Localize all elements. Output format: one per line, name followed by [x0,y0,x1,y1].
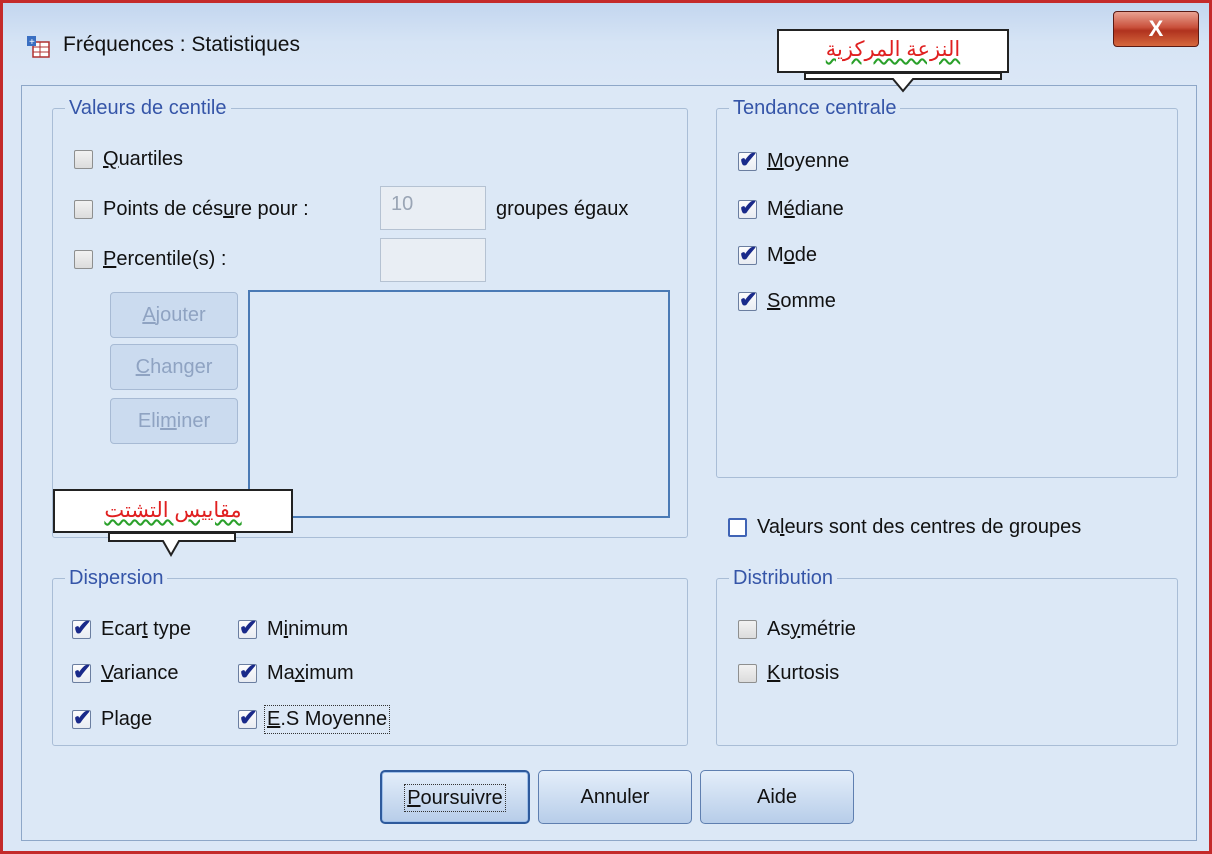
svg-text:+: + [29,37,35,48]
checkbox-box[interactable]: ✔ [738,287,757,312]
percentile-list[interactable] [248,290,670,518]
skewness-label: Asymétrie [767,618,856,640]
checkbox-box[interactable] [738,620,757,639]
checkbox-box[interactable] [74,200,93,219]
variance-label: Variance [101,662,179,684]
kurtosis-label: Kurtosis [767,662,840,684]
median-label: Médiane [767,198,844,220]
mode-label: Mode [767,244,818,266]
skewness-checkbox[interactable]: Asymétrie [738,618,856,641]
checkbox-box[interactable] [738,664,757,683]
checkmark-icon: ✔ [239,705,258,730]
checkmark-icon: ✔ [239,615,258,640]
checkbox-box[interactable]: ✔ [738,195,757,220]
sum-checkbox[interactable]: ✔ Somme [738,287,836,313]
checkmark-icon: ✔ [73,705,92,730]
group-centers-checkbox[interactable]: Valeurs sont des centres de groupes [728,516,1081,539]
central-tendency-annotation: النزعة المركزية [777,29,1009,73]
variance-checkbox[interactable]: ✔ Variance [72,659,179,685]
checkbox-box[interactable] [74,150,93,169]
median-checkbox[interactable]: ✔ Médiane [738,195,844,221]
close-icon: X [1148,16,1164,41]
central-tendency-legend: Tendance centrale [729,95,901,121]
spss-app-icon: + [27,36,50,58]
cutpoints-input[interactable]: 10 [380,186,486,230]
title-bar[interactable]: + Fréquences : Statistiques X [3,3,1209,85]
continue-button[interactable]: Poursuivre [380,770,530,824]
window-title: Fréquences : Statistiques [63,33,300,56]
dialog-window: + Fréquences : Statistiques X Valeurs de… [0,0,1212,854]
cancel-button[interactable]: Annuler [538,770,692,824]
group-centers-label: Valeurs sont des centres de groupes [757,516,1082,538]
checkbox-box[interactable]: ✔ [72,705,91,730]
std-dev-label: Ecart type [101,618,192,640]
dialog-client-area: Valeurs de centile Quartiles Points de c… [21,85,1197,841]
add-button[interactable]: Ajouter [110,292,238,338]
cutpoints-checkbox[interactable]: Points de césure pour : [74,198,309,221]
kurtosis-checkbox[interactable]: Kurtosis [738,662,839,685]
minimum-checkbox[interactable]: ✔ Minimum [238,615,349,641]
checkmark-icon: ✔ [739,147,758,172]
quartiles-checkbox[interactable]: Quartiles [74,148,183,171]
maximum-checkbox[interactable]: ✔ Maximum [238,659,354,685]
checkmark-icon: ✔ [739,195,758,220]
std-dev-checkbox[interactable]: ✔ Ecart type [72,615,192,641]
checkbox-box[interactable]: ✔ [238,615,257,640]
range-checkbox[interactable]: ✔ Plage [72,705,153,731]
centile-legend: Valeurs de centile [65,95,231,121]
distribution-legend: Distribution [729,565,838,591]
percentiles-checkbox[interactable]: Percentile(s) : [74,248,226,271]
dispersion-legend: Dispersion [65,565,168,591]
checkmark-icon: ✔ [739,241,758,266]
mean-label: Moyenne [767,150,850,172]
checkmark-icon: ✔ [739,287,758,312]
help-button[interactable]: Aide [700,770,854,824]
range-label: Plage [101,708,153,730]
percentiles-label: Percentile(s) : [103,248,227,270]
remove-button[interactable]: Eliminer [110,398,238,444]
continue-label: Poursuivre [404,784,506,812]
se-mean-label: E.S Moyenne [263,705,391,734]
checkbox-box[interactable] [728,518,747,537]
checkbox-box[interactable]: ✔ [72,659,91,684]
dispersion-annotation: مقاييس التشتت [53,489,293,533]
dispersion-arrow-icon [108,532,236,558]
maximum-label: Maximum [267,662,354,684]
close-button[interactable]: X [1113,11,1199,47]
mean-checkbox[interactable]: ✔ Moyenne [738,147,850,173]
checkmark-icon: ✔ [73,615,92,640]
cutpoints-label: Points de césure pour : [103,198,309,220]
checkmark-icon: ✔ [73,659,92,684]
checkmark-icon: ✔ [239,659,258,684]
mode-checkbox[interactable]: ✔ Mode [738,241,818,267]
se-mean-checkbox[interactable]: ✔ E.S Moyenne [238,705,391,734]
cutpoints-suffix: groupes égaux [496,198,629,220]
minimum-label: Minimum [267,618,349,640]
checkbox-box[interactable]: ✔ [738,241,757,266]
quartiles-label: Quartiles [103,148,184,170]
checkbox-box[interactable]: ✔ [238,705,257,730]
checkbox-box[interactable]: ✔ [238,659,257,684]
checkbox-box[interactable]: ✔ [72,615,91,640]
change-button[interactable]: Changer [110,344,238,390]
central-arrow-icon [804,72,1002,93]
checkbox-box[interactable]: ✔ [738,147,757,172]
checkbox-box[interactable] [74,250,93,269]
percentile-input[interactable] [380,238,486,282]
sum-label: Somme [767,290,836,312]
